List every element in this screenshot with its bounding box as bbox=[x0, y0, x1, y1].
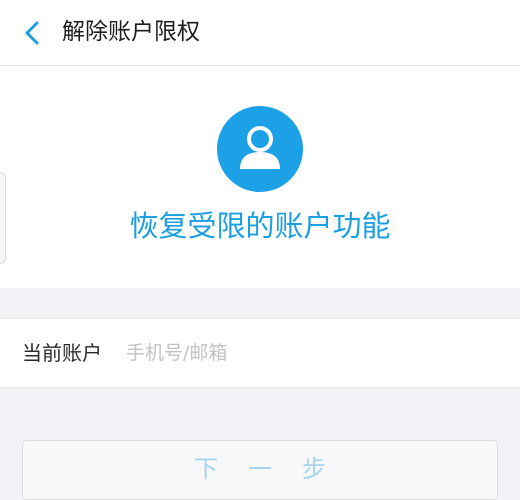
next-step-button[interactable]: 下一步 bbox=[22, 440, 498, 500]
chevron-left-icon bbox=[25, 21, 39, 45]
hero-section: 恢复受限的账户功能 bbox=[0, 66, 520, 288]
account-input[interactable] bbox=[120, 333, 512, 373]
user-avatar-icon bbox=[240, 126, 280, 169]
account-label: 当前账户 bbox=[22, 341, 102, 365]
hero-message: 恢复受限的账户功能 bbox=[129, 209, 391, 243]
back-button[interactable] bbox=[20, 20, 46, 46]
user-avatar bbox=[217, 106, 303, 192]
header-bar: 解除账户限权 bbox=[0, 0, 520, 66]
side-drawer-handle[interactable] bbox=[0, 172, 6, 264]
account-row: 当前账户 bbox=[0, 318, 520, 388]
page-title: 解除账户限权 bbox=[62, 19, 200, 45]
